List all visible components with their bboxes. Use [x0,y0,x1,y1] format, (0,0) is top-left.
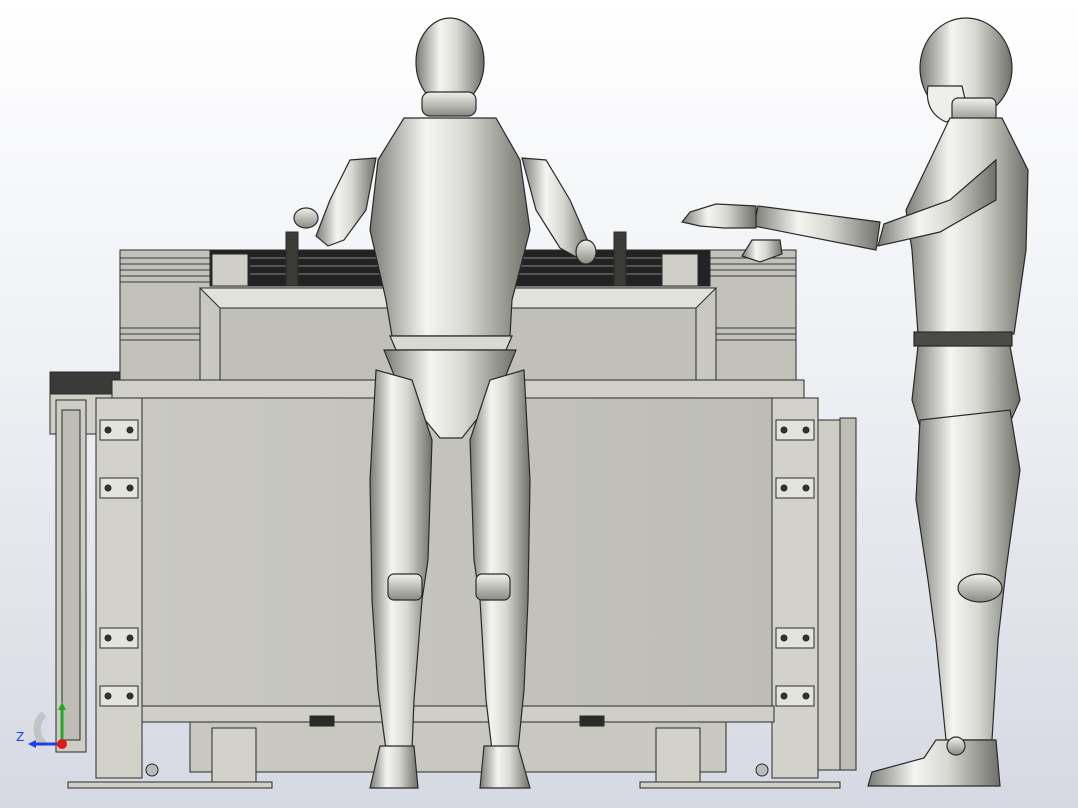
machine-right-column [771,397,857,779]
triad-origin [57,739,67,749]
cad-viewport[interactable]: Z [0,0,1078,808]
humanoid-side-leg [915,409,1021,741]
humanoid-front-arm-left [315,157,377,247]
triad-graphic [28,702,67,749]
model-canvas [49,17,1029,789]
triad-z-label: Z [16,730,25,744]
machine-clamp-left [285,231,299,287]
machine-main-panel [141,397,775,709]
machine-base-foot-left [211,727,257,785]
machine-base-rail [141,705,775,723]
machine-top-block-right [661,253,699,287]
machine-clamp-right [613,231,627,287]
humanoid-front-torso [369,117,531,337]
machine-base-foot-right [655,727,701,785]
humanoid-side-knee [957,573,1003,603]
humanoid-side-hand-upper [680,203,757,229]
machine-top-block-left [211,253,249,287]
orientation-triad[interactable]: Z [14,700,84,770]
humanoid-front-knee-right [475,573,511,601]
humanoid-side-foot [867,739,1001,787]
machine-side-bracket [49,371,121,395]
humanoid-front-knee-left [387,573,423,601]
